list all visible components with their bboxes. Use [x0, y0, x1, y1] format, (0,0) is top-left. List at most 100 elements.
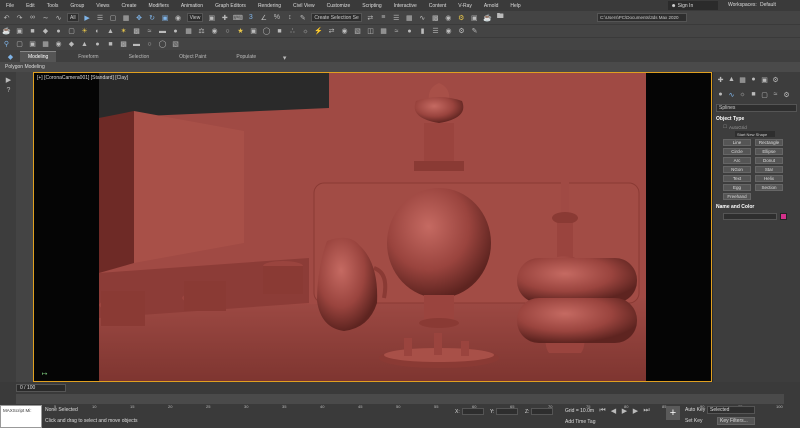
corona-render-icon[interactable]: ★	[236, 27, 245, 36]
next-frame-icon[interactable]: ▶	[631, 406, 640, 415]
vray-dome-icon[interactable]: ◐	[93, 27, 102, 36]
help-circle-icon[interactable]: ?	[4, 86, 13, 95]
viewport-camera[interactable]: [+] [CoronaCamera001] [Standard] [Clay]	[33, 72, 712, 382]
egg-button[interactable]: Egg	[723, 184, 751, 191]
corona-vfb-icon[interactable]: ▣	[249, 27, 258, 36]
circle-button[interactable]: Circle	[723, 148, 751, 155]
corona-interactive-icon[interactable]: ⚡	[314, 27, 323, 36]
tool-icon-8[interactable]: ■	[106, 40, 115, 49]
pivot-center-icon[interactable]: ▣	[207, 13, 216, 22]
corona-sun-icon[interactable]: ☼	[301, 27, 310, 36]
arc-button[interactable]: Arc	[723, 157, 751, 164]
y-field[interactable]	[496, 408, 519, 415]
curve-editor-icon[interactable]: ∿	[418, 13, 427, 22]
vray-ies-icon[interactable]: ✶	[119, 27, 128, 36]
tool-icon-5[interactable]: ◆	[67, 40, 76, 49]
menu-graph-editors[interactable]: Graph Editors	[209, 3, 252, 9]
utilities-tab-icon[interactable]: ⚙	[771, 75, 780, 84]
vray-teapot-icon[interactable]: ☕	[2, 27, 11, 36]
vray-camera-phys-icon[interactable]: ▦	[184, 27, 193, 36]
star-button[interactable]: Star	[755, 166, 783, 173]
vray-light-icon[interactable]: ●	[54, 27, 63, 36]
donut-button[interactable]: Donut	[755, 157, 783, 164]
selection-filter-dropdown[interactable]: All	[67, 13, 79, 22]
rendered-frame-icon[interactable]: ▣	[470, 13, 479, 22]
link-icon[interactable]: ∞	[28, 13, 37, 22]
lights-icon[interactable]: ☼	[738, 90, 747, 99]
menu-group[interactable]: Group	[64, 3, 90, 9]
set-key-button[interactable]: Set Key	[685, 418, 703, 424]
modify-tab-icon[interactable]: ▲	[727, 75, 736, 84]
sign-in-button[interactable]: ☻ Sign In	[668, 1, 718, 10]
spacewarps-icon[interactable]: ≈	[771, 90, 780, 99]
corona-sphere-icon[interactable]: ●	[405, 27, 414, 36]
menu-create[interactable]: Create	[116, 3, 143, 9]
menu-interactive[interactable]: Interactive	[388, 3, 423, 9]
freehand-button[interactable]: Freehand	[723, 193, 751, 200]
go-to-end-icon[interactable]: ⏭	[642, 406, 651, 415]
select-by-name-icon[interactable]: ☰	[96, 13, 105, 22]
shapes-icon[interactable]: ∿	[727, 90, 736, 99]
tab-selection[interactable]: Selection	[121, 52, 158, 62]
percent-snap-icon[interactable]: %	[272, 13, 281, 22]
menu-civil-view[interactable]: Civil View	[287, 3, 321, 9]
pin-icon[interactable]: ⚲	[2, 40, 11, 49]
project-path-field[interactable]: C:\Users\PC\Documents\3ds Max 2020	[597, 13, 687, 22]
time-slider[interactable]: 0 / 100	[16, 384, 66, 392]
corona-help-icon[interactable]: ✎	[470, 27, 479, 36]
add-time-tag[interactable]: Add Time Tag	[565, 419, 595, 425]
corona-lister-icon[interactable]: ☰	[431, 27, 440, 36]
key-filters-button[interactable]: Key Filters...	[717, 417, 755, 425]
section-button[interactable]: Section	[755, 184, 783, 191]
object-name-input[interactable]	[723, 213, 777, 220]
ngon-button[interactable]: NGon	[723, 166, 751, 173]
key-set-dropdown[interactable]: Selected	[707, 406, 755, 414]
corona-decal-icon[interactable]: ◫	[366, 27, 375, 36]
geometry-icon[interactable]: ●	[716, 90, 725, 99]
corona-pattern-icon[interactable]: ▦	[379, 27, 388, 36]
cameras-icon[interactable]: ■	[749, 90, 758, 99]
start-new-shape-checkbox[interactable]: Start New Shape	[735, 131, 775, 137]
move-icon[interactable]: ✥	[135, 13, 144, 22]
render-setup-icon[interactable]: ⚙	[457, 13, 466, 22]
vray-rect-light-icon[interactable]: ▢	[67, 27, 76, 36]
placement-icon[interactable]: ◉	[174, 13, 183, 22]
tool-icon-7[interactable]: ●	[93, 40, 102, 49]
menu-animation[interactable]: Animation	[175, 3, 209, 9]
vray-mesh-icon[interactable]: ▲	[106, 27, 115, 36]
named-selection-dropdown[interactable]: Create Selection Se	[311, 13, 362, 22]
menu-file[interactable]: File	[0, 3, 20, 9]
z-field[interactable]	[531, 408, 554, 415]
vray-sphere-icon[interactable]: ●	[171, 27, 180, 36]
category-dropdown[interactable]: Splines	[716, 104, 797, 112]
vray-mtl-icon[interactable]: ◉	[210, 27, 219, 36]
helpers-icon[interactable]: ▢	[760, 90, 769, 99]
previous-frame-icon[interactable]: ◀	[609, 406, 618, 415]
play-icon[interactable]: ▶	[620, 406, 629, 415]
ellipse-button[interactable]: Ellipse	[755, 148, 783, 155]
corona-light-icon[interactable]: ◯	[262, 27, 271, 36]
helix-button[interactable]: Helix	[755, 175, 783, 182]
maxscript-listener[interactable]: MAXScript Mi:	[0, 405, 42, 428]
corona-camera-icon[interactable]: ◉	[340, 27, 349, 36]
corona-converter-icon[interactable]: ⇄	[327, 27, 336, 36]
menu-help[interactable]: Help	[504, 3, 526, 9]
tab-freeform[interactable]: Freeform	[70, 52, 106, 62]
text-button[interactable]: Text	[723, 175, 751, 182]
vray-frame-buffer-icon[interactable]: ▣	[15, 27, 24, 36]
vray-fur-icon[interactable]: ≈	[145, 27, 154, 36]
spinner-snap-icon[interactable]: ↕	[285, 13, 294, 22]
redo-icon[interactable]: ↷	[15, 13, 24, 22]
tool-icon-2[interactable]: ▣	[28, 40, 37, 49]
menu-customize[interactable]: Customize	[321, 3, 357, 9]
corona-slicer-icon[interactable]: ▧	[353, 27, 362, 36]
vray-lock-icon[interactable]: ◆	[41, 27, 50, 36]
menu-tools[interactable]: Tools	[41, 3, 65, 9]
menu-arnold[interactable]: Arnold	[478, 3, 504, 9]
viewport-label[interactable]: [+] [CoronaCamera001] [Standard] [Clay]	[37, 75, 128, 81]
vray-plane-icon[interactable]: ▬	[158, 27, 167, 36]
name-color-rollout[interactable]: Name and Color	[716, 204, 797, 210]
tool-icon-11[interactable]: ○	[145, 40, 154, 49]
snaps-toggle-icon[interactable]: 3	[246, 13, 255, 22]
window-crossing-icon[interactable]: ▦	[122, 13, 131, 22]
